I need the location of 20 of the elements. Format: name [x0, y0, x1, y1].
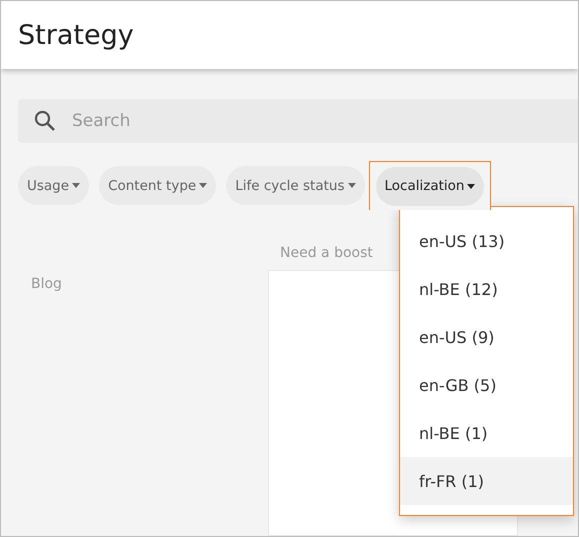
- filter-button[interactable]: Usage: [18, 166, 90, 205]
- caret-icon: [199, 183, 208, 188]
- search-icon: [34, 110, 56, 132]
- caret-icon: [467, 184, 476, 188]
- menu-option[interactable]: en-GB (5): [400, 361, 573, 409]
- column-header: Need a boost: [280, 245, 373, 261]
- caret-icon: [72, 183, 80, 188]
- filter-button[interactable]: Life cycle status: [226, 166, 364, 205]
- caret-icon: [348, 183, 356, 188]
- menu-option[interactable]: fr-FR (1): [400, 457, 573, 505]
- search-bar[interactable]: Search: [18, 99, 578, 143]
- menu-option[interactable]: en-US (13): [400, 217, 573, 265]
- filter-button[interactable]: Content type: [99, 166, 216, 205]
- search-field[interactable]: Search: [70, 110, 578, 132]
- row-label: Blog: [31, 276, 62, 292]
- menu-option[interactable]: nl-BE (12): [400, 265, 573, 313]
- page-title: Strategy: [18, 20, 134, 50]
- menu-option[interactable]: en-US (9): [400, 313, 573, 361]
- filter-button[interactable]: Localization: [376, 166, 484, 206]
- menu-option[interactable]: nl-BE (1): [400, 409, 573, 457]
